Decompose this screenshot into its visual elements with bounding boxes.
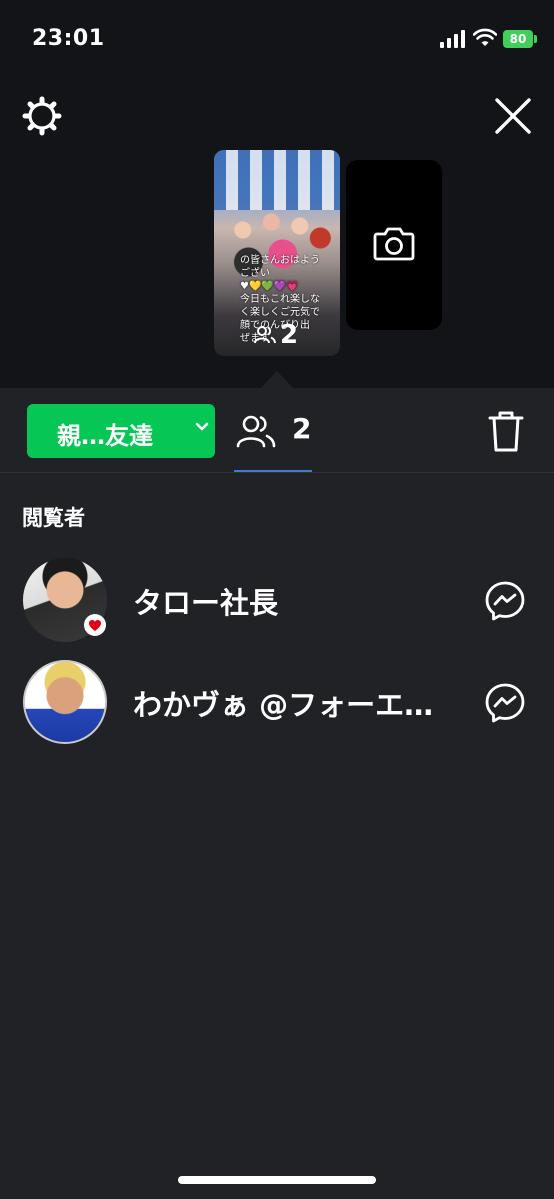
close-icon[interactable] [493, 96, 533, 136]
messenger-icon[interactable] [484, 682, 526, 724]
list-item[interactable]: わかヴぁ @フォーエ… [0, 660, 554, 756]
wifi-icon [473, 28, 497, 46]
status-bar: 23:01 80 [0, 0, 554, 80]
home-indicator[interactable] [178, 1176, 376, 1184]
battery-tip [534, 35, 537, 43]
viewer-name: わかヴぁ @フォーエ… [133, 688, 434, 722]
tab-viewers[interactable]: 2 [234, 404, 312, 472]
selection-pointer [261, 371, 293, 388]
chevron-down-icon [195, 422, 209, 431]
viewers-section-title: 閲覧者 [22, 506, 85, 530]
battery-icon: 80 [503, 30, 533, 48]
avatar[interactable] [23, 660, 107, 744]
add-story-camera-tile[interactable] [346, 160, 442, 330]
viewer-count: 2 [292, 412, 312, 445]
viewers-icon [254, 326, 276, 344]
story-thumbnail[interactable]: の皆さんおはよう ござい ♥💛💚💜💗 今日もこれ楽しな く楽しくご元気で 顔での… [214, 150, 340, 356]
story-toolbar: 親…友達 2 [0, 388, 554, 473]
audience-label: 親…友達 [57, 422, 153, 450]
audience-select-button[interactable]: 親…友達 [27, 404, 215, 458]
trash-icon[interactable] [486, 410, 526, 454]
list-item[interactable]: タロー社長 [0, 558, 554, 654]
story-thumb-viewer-count: 2 [254, 320, 298, 350]
camera-icon [373, 227, 415, 261]
status-time: 23:01 [32, 26, 105, 51]
story-thumb-viewer-number: 2 [280, 320, 299, 350]
viewer-name: タロー社長 [133, 586, 279, 620]
settings-gear-icon[interactable] [22, 96, 62, 136]
cellular-signal-icon [440, 30, 465, 48]
battery-level: 80 [509, 32, 527, 46]
viewers-icon [236, 415, 276, 448]
messenger-icon[interactable] [484, 580, 526, 622]
tab-active-indicator [234, 470, 312, 472]
heart-icon [84, 614, 106, 636]
